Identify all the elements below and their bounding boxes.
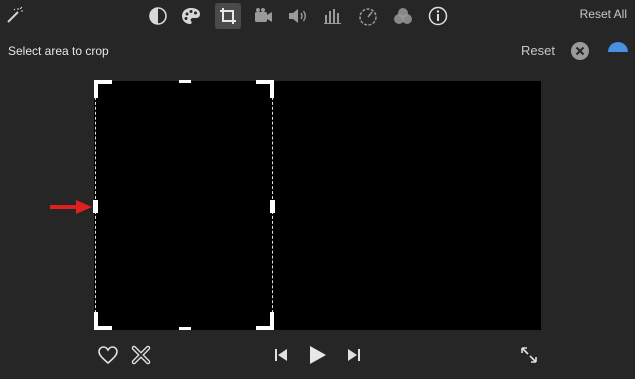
crop-instruction-label: Select area to crop xyxy=(8,44,109,58)
crop-handle-bottom[interactable] xyxy=(179,327,191,330)
crop-icon[interactable] xyxy=(215,3,241,29)
crop-handle-right[interactable] xyxy=(270,200,275,213)
crop-frame[interactable] xyxy=(93,80,275,330)
play-icon[interactable] xyxy=(306,344,328,366)
color-palette-icon[interactable] xyxy=(180,5,202,27)
info-icon[interactable] xyxy=(427,5,449,27)
crop-corner-bottom-right[interactable] xyxy=(256,312,274,330)
crop-handle-left[interactable] xyxy=(93,200,98,213)
filter-icon[interactable] xyxy=(392,5,414,27)
red-arrow-annotation xyxy=(50,200,92,214)
speed-icon[interactable] xyxy=(357,5,379,27)
skip-back-icon[interactable] xyxy=(270,344,292,366)
reset-all-button[interactable]: Reset All xyxy=(580,7,627,21)
crop-corner-top-right[interactable] xyxy=(256,80,274,98)
fullscreen-icon[interactable] xyxy=(518,344,540,366)
reject-x-icon[interactable] xyxy=(130,344,152,366)
volume-icon[interactable] xyxy=(287,5,309,27)
cancel-crop-icon[interactable] xyxy=(571,42,589,60)
crop-corner-bottom-left[interactable] xyxy=(94,312,112,330)
stabilization-camera-icon[interactable] xyxy=(252,5,274,27)
magic-wand-icon[interactable] xyxy=(3,5,25,27)
equalizer-icon[interactable] xyxy=(322,5,344,27)
apply-crop-icon[interactable] xyxy=(606,40,630,64)
skip-forward-icon[interactable] xyxy=(343,344,365,366)
reset-button[interactable]: Reset xyxy=(521,43,555,58)
crop-handle-top[interactable] xyxy=(179,80,191,83)
crop-corner-top-left[interactable] xyxy=(94,80,112,98)
color-balance-icon[interactable] xyxy=(147,5,169,27)
favorite-heart-icon[interactable] xyxy=(97,344,119,366)
